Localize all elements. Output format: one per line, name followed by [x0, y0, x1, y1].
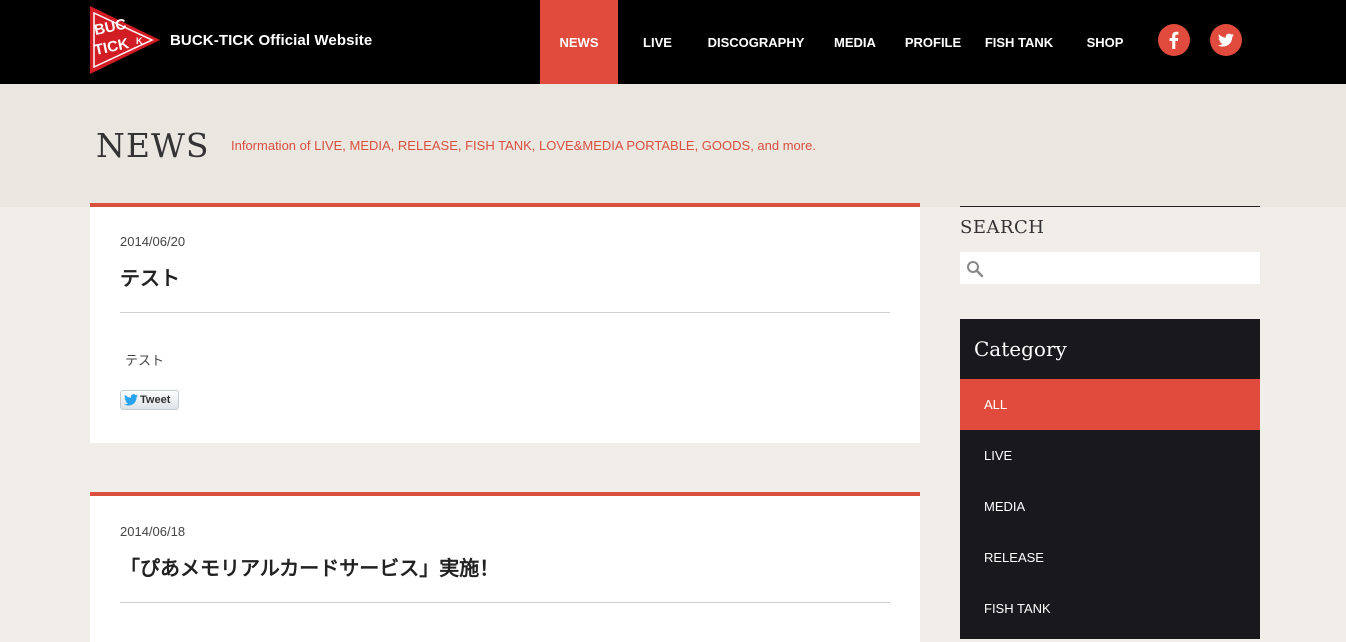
twitter-bird-icon: [124, 394, 138, 406]
buck-tick-logo[interactable]: BUC TICK K: [90, 6, 160, 74]
tweet-button[interactable]: Tweet: [120, 390, 179, 410]
post-date: 2014/06/20: [120, 234, 186, 249]
post-divider: [120, 312, 890, 313]
post-title[interactable]: 「ぴあメモリアルカードサービス」実施！: [120, 552, 499, 581]
category-item-fish-tank[interactable]: FISH TANK: [960, 583, 1260, 634]
nav-fish-tank[interactable]: FISH TANK: [979, 0, 1059, 84]
post-title[interactable]: テスト: [120, 262, 180, 291]
page-banner: NEWS Information of LIVE, MEDIA, RELEASE…: [0, 84, 1346, 207]
search-box: [960, 252, 1260, 284]
nav-profile[interactable]: PROFILE: [900, 0, 966, 84]
facebook-icon[interactable]: [1158, 24, 1190, 56]
svg-text:K: K: [136, 36, 143, 46]
category-item-live[interactable]: LIVE: [960, 430, 1260, 481]
page-subtitle: Information of LIVE, MEDIA, RELEASE, FIS…: [231, 138, 816, 153]
nav-media[interactable]: MEDIA: [826, 0, 884, 84]
search-input[interactable]: [986, 252, 1256, 284]
news-post: 2014/06/18 「ぴあメモリアルカードサービス」実施！: [90, 492, 920, 642]
category-title: Category: [974, 337, 1067, 361]
nav-shop[interactable]: SHOP: [1080, 0, 1130, 84]
category-item-media[interactable]: MEDIA: [960, 481, 1260, 532]
post-divider: [120, 602, 890, 603]
news-post: 2014/06/20 テスト テスト Tweet: [90, 203, 920, 443]
page-title: NEWS: [96, 126, 210, 165]
search-title: SEARCH: [960, 217, 1045, 238]
post-body: テスト: [125, 353, 165, 368]
nav-news[interactable]: NEWS: [540, 0, 618, 84]
category-item-release[interactable]: RELEASE: [960, 532, 1260, 583]
category-panel: Category ALL LIVE MEDIA RELEASE FISH TAN…: [960, 319, 1260, 639]
category-item-all[interactable]: ALL: [960, 379, 1260, 430]
nav-discography[interactable]: DISCOGRAPHY: [700, 0, 812, 84]
site-header: BUC TICK K BUCK-TICK Official Website NE…: [0, 0, 1346, 84]
post-date: 2014/06/18: [120, 524, 186, 539]
site-title[interactable]: BUCK-TICK Official Website: [170, 32, 372, 49]
twitter-icon[interactable]: [1210, 24, 1242, 56]
search-divider: [960, 206, 1260, 207]
tweet-label: Tweet: [140, 394, 171, 406]
search-icon[interactable]: [966, 260, 984, 278]
nav-live[interactable]: LIVE: [630, 0, 685, 84]
